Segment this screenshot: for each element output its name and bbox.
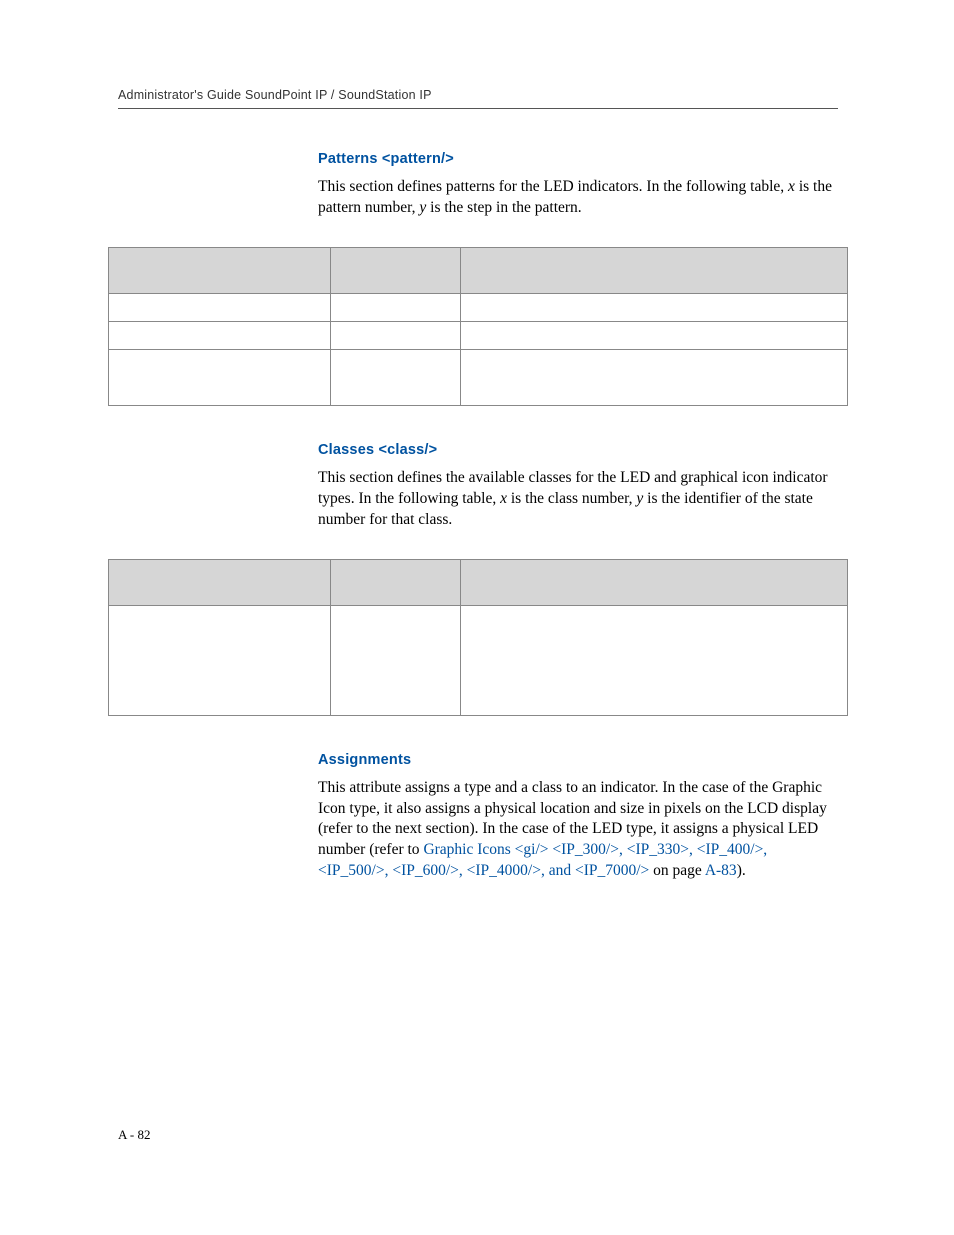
text: ). bbox=[737, 862, 746, 879]
table-row bbox=[109, 321, 848, 349]
table-row bbox=[109, 349, 848, 405]
table-row bbox=[109, 293, 848, 321]
table-cell bbox=[461, 605, 848, 715]
table-header-cell bbox=[331, 559, 461, 605]
table-cell bbox=[331, 293, 461, 321]
table-header-cell bbox=[461, 247, 848, 293]
table-cell bbox=[461, 321, 848, 349]
var-x: x bbox=[788, 178, 795, 195]
table-header-row bbox=[109, 559, 848, 605]
page-reference-link[interactable]: A-83 bbox=[705, 862, 737, 879]
table-cell bbox=[331, 349, 461, 405]
var-x: x bbox=[500, 490, 507, 507]
table-cell bbox=[109, 293, 331, 321]
table-cell bbox=[109, 349, 331, 405]
patterns-table bbox=[108, 247, 848, 406]
assignments-description: This attribute assigns a type and a clas… bbox=[318, 778, 838, 883]
text: is the class number, bbox=[507, 490, 636, 507]
patterns-description: This section defines patterns for the LE… bbox=[318, 177, 838, 219]
table-cell bbox=[461, 293, 848, 321]
table-header-row bbox=[109, 247, 848, 293]
text: is the step in the pattern. bbox=[426, 199, 581, 216]
table-row bbox=[109, 605, 848, 715]
table-cell bbox=[109, 605, 331, 715]
page-header: Administrator's Guide SoundPoint IP / So… bbox=[118, 88, 838, 109]
table-cell bbox=[461, 349, 848, 405]
table-cell bbox=[109, 321, 331, 349]
section-title-classes: Classes <class/> bbox=[318, 442, 838, 458]
section-title-patterns: Patterns <pattern/> bbox=[318, 151, 838, 167]
section-title-assignments: Assignments bbox=[318, 752, 838, 768]
text: on page bbox=[649, 862, 705, 879]
table-header-cell bbox=[109, 247, 331, 293]
table-cell bbox=[331, 605, 461, 715]
table-cell bbox=[331, 321, 461, 349]
classes-table bbox=[108, 559, 848, 716]
table-header-cell bbox=[331, 247, 461, 293]
page-number: A - 82 bbox=[118, 1127, 151, 1143]
text: This section defines patterns for the LE… bbox=[318, 178, 788, 195]
table-header-cell bbox=[461, 559, 848, 605]
classes-description: This section defines the available class… bbox=[318, 468, 838, 531]
table-header-cell bbox=[109, 559, 331, 605]
